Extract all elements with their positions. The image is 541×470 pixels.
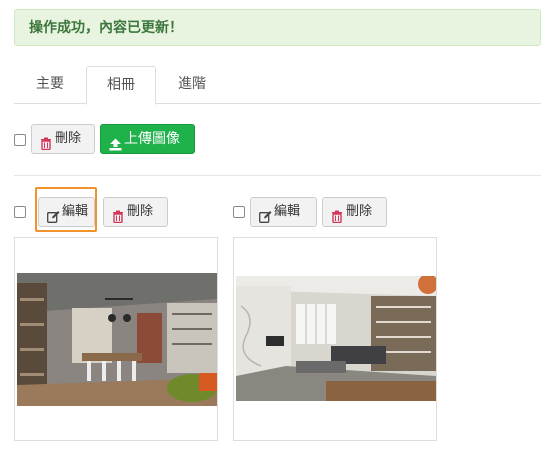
- photo-2-checkbox[interactable]: [233, 206, 245, 218]
- tab-bar: 主要 相冊 進階: [14, 66, 541, 105]
- success-alert: 操作成功，內容已更新！: [14, 9, 541, 46]
- edit-icon: [259, 206, 272, 223]
- tab-main[interactable]: 主要: [14, 66, 86, 104]
- upload-icon: [109, 133, 122, 150]
- delete-selected-button[interactable]: 刪除: [31, 124, 95, 154]
- photo-2-edit-button[interactable]: 編輯: [250, 197, 317, 227]
- trash-icon: [112, 206, 124, 223]
- alert-message: 操作成功，內容已更新！: [29, 20, 183, 36]
- photo-2-thumbnail[interactable]: [233, 237, 437, 441]
- photo-1-delete-label: 刪除: [127, 204, 154, 219]
- photo-2-image: [236, 276, 436, 401]
- tab-album[interactable]: 相冊: [86, 66, 156, 105]
- photo-1-thumbnail[interactable]: [14, 237, 218, 441]
- delete-label: 刪除: [55, 131, 82, 146]
- tab-advanced[interactable]: 進階: [156, 66, 228, 104]
- photo-1-image: [17, 273, 217, 406]
- trash-icon: [331, 206, 343, 223]
- trash-icon: [40, 133, 52, 150]
- divider: [14, 175, 541, 176]
- upload-image-button[interactable]: 上傳圖像: [100, 124, 195, 154]
- photo-2-delete-button[interactable]: 刪除: [322, 197, 387, 227]
- photo-2-delete-label: 刪除: [346, 204, 373, 219]
- photo-1-delete-button[interactable]: 刪除: [103, 197, 168, 227]
- upload-label: 上傳圖像: [124, 131, 180, 147]
- edit-highlight-box: [35, 187, 97, 232]
- photo-2-edit-label: 編輯: [274, 204, 301, 219]
- select-all-checkbox[interactable]: [14, 134, 26, 146]
- photo-1-checkbox[interactable]: [14, 206, 26, 218]
